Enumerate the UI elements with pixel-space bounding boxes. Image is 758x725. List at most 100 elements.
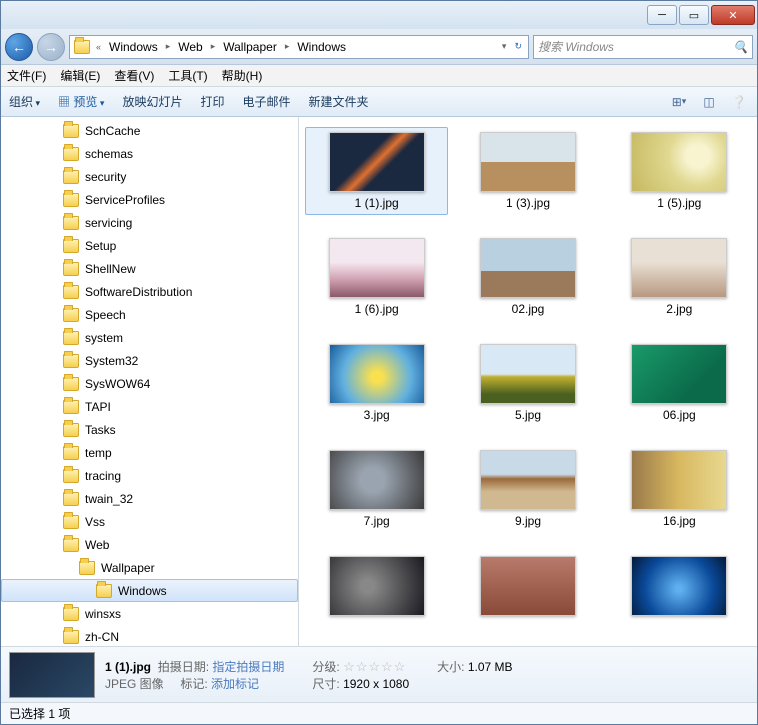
content-area[interactable]: 1 (1).jpg 1 (3).jpg 1 (5).jpg 1 (6).jpg 02.j…	[299, 117, 757, 646]
file-label: 1 (5).jpg	[657, 196, 701, 210]
help-icon[interactable]: ❔	[729, 93, 749, 111]
file-item[interactable]: 1 (6).jpg	[305, 233, 448, 321]
folder-icon	[79, 561, 95, 575]
folder-icon	[63, 400, 79, 414]
tree-item[interactable]: SchCache	[1, 119, 298, 142]
tree-item[interactable]: Setup	[1, 234, 298, 257]
tree-item[interactable]: ShellNew	[1, 257, 298, 280]
tree-item[interactable]: Vss	[1, 510, 298, 533]
slideshow-button[interactable]: 放映幻灯片	[122, 93, 182, 110]
organize-button[interactable]: 组织	[9, 93, 40, 110]
file-label: 1 (3).jpg	[506, 196, 550, 210]
tree-item[interactable]: System32	[1, 349, 298, 372]
newfolder-button[interactable]: 新建文件夹	[308, 93, 368, 110]
dropdown-icon[interactable]: ▾	[500, 41, 509, 52]
folder-icon	[63, 124, 79, 138]
folder-icon	[63, 377, 79, 391]
file-label: 1 (6).jpg	[355, 302, 399, 316]
chevron-icon: «	[94, 42, 103, 52]
preview-thumbnail	[9, 652, 95, 698]
shot-date[interactable]: 指定拍摄日期	[212, 660, 284, 674]
menu-item[interactable]: 工具(T)	[168, 67, 207, 84]
tree-item[interactable]: Windows	[1, 579, 298, 602]
menubar: 文件(F) 编辑(E) 查看(V) 工具(T) 帮助(H)	[1, 65, 757, 87]
tree-item[interactable]: TAPI	[1, 395, 298, 418]
menu-item[interactable]: 文件(F)	[7, 67, 46, 84]
breadcrumb-seg[interactable]: Web	[176, 40, 204, 54]
file-label: 1 (1).jpg	[355, 196, 399, 210]
folder-icon	[63, 607, 79, 621]
back-button[interactable]: ←	[5, 33, 33, 61]
file-item[interactable]: 1 (1).jpg	[305, 127, 448, 215]
tree-item[interactable]: winsxs	[1, 602, 298, 625]
tree-item[interactable]: servicing	[1, 211, 298, 234]
refresh-icon[interactable]: ↻	[512, 41, 524, 52]
file-item[interactable]: 06.jpg	[608, 339, 751, 427]
tree-item[interactable]: Tasks	[1, 418, 298, 441]
breadcrumb-seg[interactable]: Wallpaper	[221, 40, 279, 54]
breadcrumb-seg[interactable]: Windows	[107, 40, 160, 54]
file-item[interactable]: 7.jpg	[305, 445, 448, 533]
tree-item[interactable]: SysWOW64	[1, 372, 298, 395]
thumbnail	[480, 344, 576, 404]
file-item[interactable]: 9.jpg	[456, 445, 599, 533]
folder-icon	[63, 308, 79, 322]
file-item[interactable]: 3.jpg	[305, 339, 448, 427]
folder-icon	[63, 147, 79, 161]
menu-item[interactable]: 编辑(E)	[60, 67, 100, 84]
file-item[interactable]: 5.jpg	[456, 339, 599, 427]
address-bar[interactable]: « Windows▸ Web▸ Wallpaper▸ Windows ▾ ↻	[69, 35, 529, 59]
thumbnail	[329, 344, 425, 404]
search-icon: 🔍	[733, 40, 748, 54]
tree-item[interactable]: system	[1, 326, 298, 349]
file-item[interactable]: 2.jpg	[608, 233, 751, 321]
search-input[interactable]: 搜索 Windows 🔍	[533, 35, 753, 59]
thumbnail	[480, 556, 576, 616]
tree-item[interactable]: Web	[1, 533, 298, 556]
file-item[interactable]: 02.jpg	[456, 233, 599, 321]
menu-item[interactable]: 帮助(H)	[222, 67, 263, 84]
thumbnail	[480, 238, 576, 298]
print-button[interactable]: 打印	[200, 93, 224, 110]
tree-item[interactable]: schemas	[1, 142, 298, 165]
tree-item[interactable]: Wallpaper	[1, 556, 298, 579]
file-size: 1.07 MB	[468, 660, 513, 674]
minimize-button[interactable]: ─	[647, 5, 677, 25]
forward-button[interactable]: →	[37, 33, 65, 61]
preview-button[interactable]: ▦ 预览	[58, 93, 104, 110]
menu-item[interactable]: 查看(V)	[114, 67, 154, 84]
folder-tree[interactable]: SchCacheschemassecurityServiceProfilesse…	[1, 117, 299, 646]
tree-item[interactable]: SoftwareDistribution	[1, 280, 298, 303]
folder-icon	[63, 170, 79, 184]
tree-item[interactable]: zh-CN	[1, 625, 298, 646]
view-mode-button[interactable]: ⊞	[669, 93, 689, 111]
close-button[interactable]: ✕	[711, 5, 755, 25]
file-item[interactable]	[456, 551, 599, 625]
file-item[interactable]: 1 (5).jpg	[608, 127, 751, 215]
tree-item[interactable]: temp	[1, 441, 298, 464]
file-item[interactable]	[608, 551, 751, 625]
rating-stars[interactable]: ☆☆☆☆☆	[343, 659, 406, 674]
file-item[interactable]: 1 (3).jpg	[456, 127, 599, 215]
file-item[interactable]: 16.jpg	[608, 445, 751, 533]
file-label: 5.jpg	[515, 408, 541, 422]
file-item[interactable]	[305, 551, 448, 625]
tree-item[interactable]: ServiceProfiles	[1, 188, 298, 211]
thumbnail	[631, 344, 727, 404]
tree-item[interactable]: Speech	[1, 303, 298, 326]
tree-item[interactable]: twain_32	[1, 487, 298, 510]
folder-icon	[63, 630, 79, 644]
email-button[interactable]: 电子邮件	[242, 93, 290, 110]
thumbnail	[480, 132, 576, 192]
file-label: 02.jpg	[512, 302, 545, 316]
maximize-button[interactable]: ▭	[679, 5, 709, 25]
tree-item[interactable]: security	[1, 165, 298, 188]
folder-icon	[96, 584, 112, 598]
folder-icon	[63, 216, 79, 230]
add-tag[interactable]: 添加标记	[211, 677, 259, 691]
search-placeholder: 搜索 Windows	[538, 38, 614, 55]
thumbnail	[480, 450, 576, 510]
tree-item[interactable]: tracing	[1, 464, 298, 487]
preview-pane-button[interactable]: ◫	[699, 93, 719, 111]
breadcrumb-seg[interactable]: Windows	[295, 40, 348, 54]
